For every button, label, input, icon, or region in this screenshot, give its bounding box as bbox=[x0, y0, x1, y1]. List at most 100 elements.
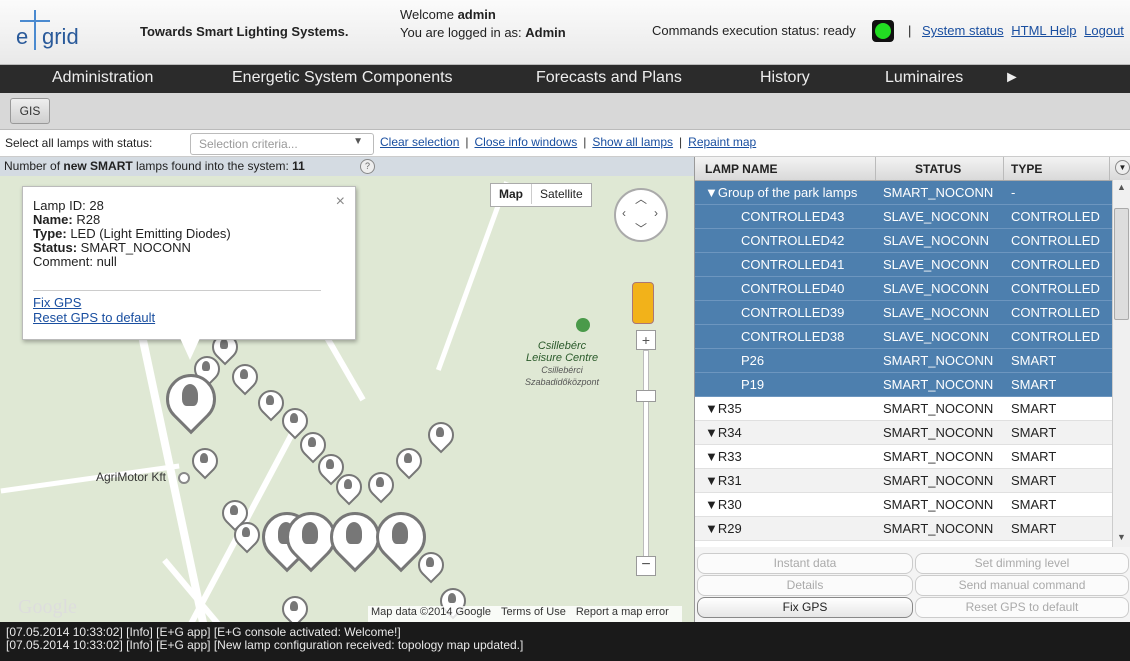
lamp-marker[interactable] bbox=[276, 590, 314, 622]
fix-gps-button[interactable]: Fix GPS bbox=[697, 597, 913, 618]
table-row[interactable]: ▼R34 SMART_NOCONN SMART bbox=[695, 421, 1115, 445]
map-type-control: Map Satellite bbox=[490, 183, 592, 207]
zoom-slider-thumb[interactable] bbox=[636, 390, 656, 402]
lamp-marker[interactable] bbox=[275, 501, 347, 573]
logo-grid: grid bbox=[42, 24, 79, 49]
column-type[interactable]: TYPE bbox=[1011, 162, 1042, 176]
reset-gps-link[interactable]: Reset GPS to default bbox=[33, 310, 155, 325]
cell-lamp-name: P19 bbox=[741, 377, 765, 392]
grid-header: LAMP NAME STATUS TYPE ▼ bbox=[695, 157, 1130, 181]
business-label: AgriMotor Kft bbox=[96, 470, 167, 484]
type-label: Type: bbox=[33, 226, 71, 241]
lamp-marker[interactable] bbox=[422, 416, 460, 454]
nav-administration[interactable]: Administration bbox=[52, 69, 153, 87]
column-menu-icon[interactable]: ▼ bbox=[1115, 160, 1130, 175]
cell-type: CONTROLLED bbox=[1011, 209, 1100, 224]
help-icon[interactable]: ? bbox=[360, 159, 375, 174]
scroll-up-icon[interactable]: ▲ bbox=[1117, 182, 1126, 192]
report-map-error-link[interactable]: Report a map error bbox=[576, 606, 669, 618]
instant-data-button[interactable]: Instant data bbox=[697, 553, 913, 574]
status-select[interactable]: Selection criteria... ▼ bbox=[190, 133, 374, 155]
terms-of-use-link[interactable]: Terms of Use bbox=[501, 606, 566, 618]
lamp-marker[interactable] bbox=[226, 358, 264, 396]
logout-link[interactable]: Logout bbox=[1084, 23, 1124, 38]
column-status[interactable]: STATUS bbox=[915, 162, 961, 176]
lamp-marker[interactable] bbox=[412, 546, 450, 584]
table-row[interactable]: ▼Group of the park lamps SMART_NOCONN - bbox=[695, 181, 1115, 205]
table-row[interactable]: CONTROLLED41 SLAVE_NOCONN CONTROLLED bbox=[695, 253, 1115, 277]
chevron-down-icon: ▼ bbox=[353, 136, 363, 147]
toolbar-sep: | bbox=[465, 135, 469, 149]
cell-status: SMART_NOCONN bbox=[883, 425, 994, 440]
lamp-marker[interactable] bbox=[390, 442, 428, 480]
lamp-marker[interactable] bbox=[365, 501, 437, 573]
close-icon[interactable]: × bbox=[336, 193, 345, 211]
street-view-pegman-icon[interactable] bbox=[632, 282, 654, 324]
lamp-marker[interactable] bbox=[251, 501, 323, 573]
close-info-windows-link[interactable]: Close info windows bbox=[475, 135, 578, 149]
details-button[interactable]: Details bbox=[697, 575, 913, 596]
lamp-info-window: × Lamp ID: 28 Name: R28 Type: LED (Light… bbox=[22, 186, 356, 340]
cell-type: SMART bbox=[1011, 497, 1057, 512]
zoom-in-button[interactable]: + bbox=[636, 330, 656, 350]
cell-status: SMART_NOCONN bbox=[883, 377, 994, 392]
table-row[interactable]: CONTROLLED42 SLAVE_NOCONN CONTROLLED bbox=[695, 229, 1115, 253]
table-row[interactable]: P26 SMART_NOCONN SMART bbox=[695, 349, 1115, 373]
map-type-map-button[interactable]: Map bbox=[491, 184, 532, 204]
info-window-pointer bbox=[180, 338, 200, 360]
nav-more-arrow-icon[interactable]: ► bbox=[1004, 69, 1020, 87]
clear-selection-link[interactable]: Clear selection bbox=[380, 135, 459, 149]
zoom-slider-track[interactable] bbox=[643, 350, 649, 557]
pan-down-icon[interactable]: ﹀ bbox=[635, 220, 647, 237]
nav-history[interactable]: History bbox=[760, 69, 810, 87]
lamp-marker-selected[interactable] bbox=[155, 363, 227, 435]
html-help-link[interactable]: HTML Help bbox=[1011, 23, 1076, 38]
show-all-lamps-link[interactable]: Show all lamps bbox=[592, 135, 673, 149]
lamp-marker[interactable] bbox=[252, 384, 290, 422]
fix-gps-link[interactable]: Fix GPS bbox=[33, 295, 155, 310]
table-row[interactable]: CONTROLLED40 SLAVE_NOCONN CONTROLLED bbox=[695, 277, 1115, 301]
table-row[interactable]: ▼R31 SMART_NOCONN SMART bbox=[695, 469, 1115, 493]
map-type-satellite-button[interactable]: Satellite bbox=[532, 184, 591, 204]
table-row[interactable]: CONTROLLED39 SLAVE_NOCONN CONTROLLED bbox=[695, 301, 1115, 325]
comment-value: null bbox=[96, 254, 117, 269]
event-console: [07.05.2014 10:33:02] [Info] [E+G app] [… bbox=[0, 622, 1130, 661]
repaint-map-link[interactable]: Repaint map bbox=[688, 135, 756, 149]
table-row[interactable]: P19 SMART_NOCONN SMART bbox=[695, 373, 1115, 397]
comment-label: Comment: bbox=[33, 254, 97, 269]
tab-gis[interactable]: GIS bbox=[10, 98, 50, 124]
column-lamp-name[interactable]: LAMP NAME bbox=[705, 162, 777, 176]
scrollbar-thumb[interactable] bbox=[1114, 208, 1129, 320]
table-row[interactable]: ▼R33 SMART_NOCONN SMART bbox=[695, 445, 1115, 469]
nav-luminaires[interactable]: Luminaires bbox=[885, 69, 963, 87]
lamp-marker[interactable] bbox=[186, 442, 224, 480]
lamp-marker[interactable] bbox=[228, 516, 266, 554]
name-value: R28 bbox=[76, 212, 101, 227]
table-row[interactable]: CONTROLLED38 SLAVE_NOCONN CONTROLLED bbox=[695, 325, 1115, 349]
pan-left-icon[interactable]: ‹ bbox=[622, 206, 626, 220]
set-dimming-level-button[interactable]: Set dimming level bbox=[915, 553, 1129, 574]
table-row[interactable]: ▼R29 SMART_NOCONN SMART bbox=[695, 517, 1115, 541]
send-manual-command-button[interactable]: Send manual command bbox=[915, 575, 1129, 596]
header-separator: | bbox=[908, 23, 912, 38]
pan-up-icon[interactable]: ︿ bbox=[635, 190, 647, 207]
zoom-out-button[interactable]: − bbox=[636, 556, 656, 576]
pan-right-icon[interactable]: › bbox=[654, 206, 658, 220]
action-panel: Instant data Set dimming level Details S… bbox=[694, 547, 1130, 622]
cell-status: SLAVE_NOCONN bbox=[883, 329, 989, 344]
table-row[interactable]: ▼R35 SMART_NOCONN SMART bbox=[695, 397, 1115, 421]
lamp-marker[interactable] bbox=[362, 466, 400, 504]
system-status-link[interactable]: System status bbox=[922, 23, 1004, 38]
nav-forecasts-and-plans[interactable]: Forecasts and Plans bbox=[536, 69, 682, 87]
reset-gps-button[interactable]: Reset GPS to default bbox=[915, 597, 1129, 618]
lamp-marker[interactable] bbox=[330, 468, 368, 506]
pan-control[interactable]: ︿ ‹ › ﹀ bbox=[614, 188, 668, 242]
nav-energetic-system-components[interactable]: Energetic System Components bbox=[232, 69, 453, 87]
table-row[interactable]: ▼R30 SMART_NOCONN SMART bbox=[695, 493, 1115, 517]
park-name-1: Csillebérc bbox=[537, 340, 587, 352]
lamp-marker[interactable] bbox=[319, 501, 391, 573]
table-row[interactable]: CONTROLLED43 SLAVE_NOCONN CONTROLLED bbox=[695, 205, 1115, 229]
park-name-2: Leisure Centre bbox=[525, 352, 599, 364]
cell-status: SLAVE_NOCONN bbox=[883, 257, 989, 272]
scroll-down-icon[interactable]: ▼ bbox=[1117, 532, 1126, 542]
